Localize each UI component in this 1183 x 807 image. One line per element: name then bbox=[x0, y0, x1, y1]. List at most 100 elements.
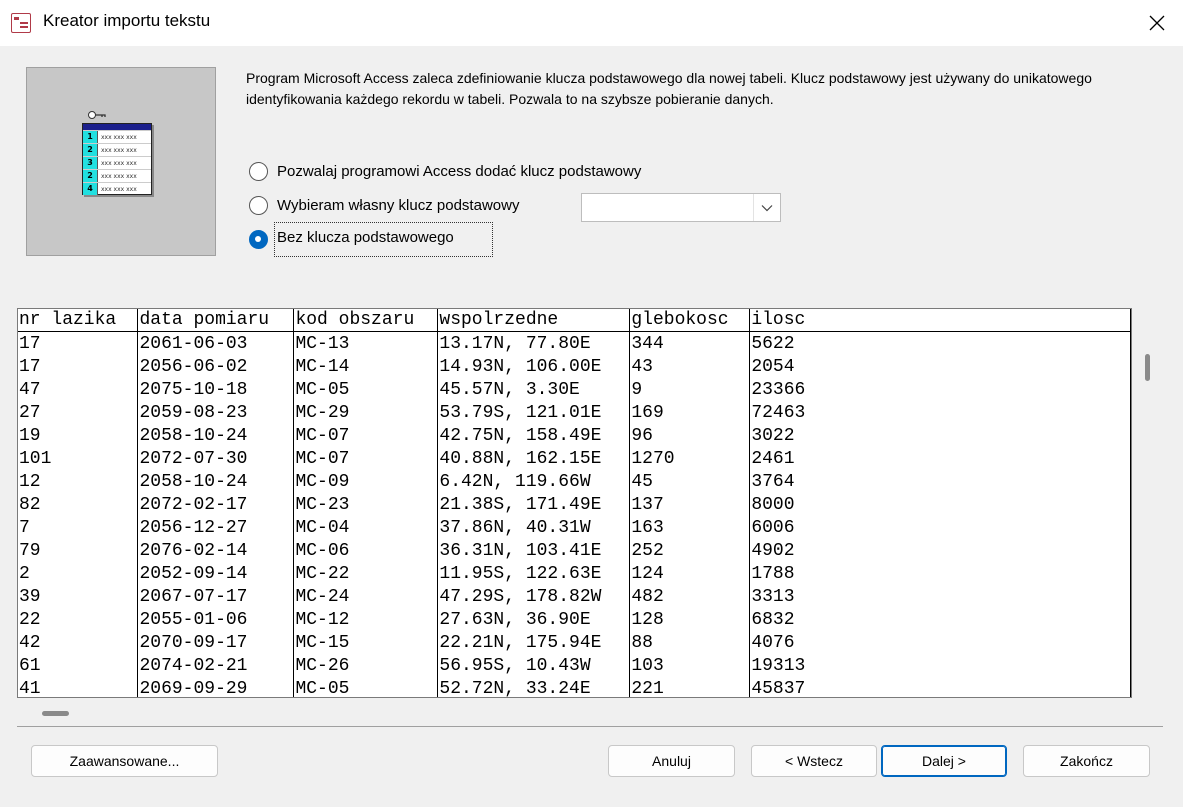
table-cell: 2058-10-24 bbox=[137, 424, 295, 447]
cancel-button[interactable]: Anuluj bbox=[608, 745, 735, 777]
table-cell: 12 bbox=[18, 470, 139, 493]
table-cell: 52.72N, 33.24E bbox=[437, 677, 631, 697]
table-cell: 61 bbox=[18, 654, 139, 677]
data-preview-grid[interactable]: nr lazika data pomiaru kod obszaru wspolrze… bbox=[17, 308, 1132, 698]
close-button[interactable] bbox=[1130, 0, 1183, 46]
column-header[interactable]: data pomiaru bbox=[137, 309, 295, 332]
option-choose-own-key-label: Wybieram własny klucz podstawowy bbox=[277, 196, 520, 214]
table-cell: 3764 bbox=[749, 470, 1131, 493]
option-choose-own-key[interactable]: Wybieram własny klucz podstawowy bbox=[249, 193, 519, 217]
table-cell: 40.88N, 162.15E bbox=[437, 447, 631, 470]
table-cell: 2069-09-29 bbox=[137, 677, 295, 697]
table-illustration-cells: xxx xxx xxx bbox=[101, 172, 137, 180]
table-illustration-row-number: 4 bbox=[83, 183, 98, 195]
table-cell: 88 bbox=[629, 631, 751, 654]
table-cell: 82 bbox=[18, 493, 139, 516]
radio-access-adds-key[interactable] bbox=[249, 161, 268, 181]
table-cell: 45837 bbox=[749, 677, 1131, 697]
horizontal-scrollbar-thumb[interactable] bbox=[42, 711, 69, 716]
preview-body: 17 2061-06-03 MC-13 13.17N, 77.80E 344 5622 17… bbox=[18, 331, 1131, 697]
table-cell: 22.21N, 175.94E bbox=[437, 631, 631, 654]
table-illustration-row: 2 xxx xxx xxx bbox=[83, 143, 151, 156]
table-cell: MC-04 bbox=[293, 516, 439, 539]
table-cell: MC-05 bbox=[293, 378, 439, 401]
table-cell: 2075-10-18 bbox=[137, 378, 295, 401]
table-cell: 2461 bbox=[749, 447, 1131, 470]
table-illustration-row: 1 xxx xxx xxx bbox=[83, 130, 151, 143]
table-cell: 2067-07-17 bbox=[137, 585, 295, 608]
table-cell: 19 bbox=[18, 424, 139, 447]
table-cell: MC-06 bbox=[293, 539, 439, 562]
table-cell: 2070-09-17 bbox=[137, 631, 295, 654]
table-cell: 23366 bbox=[749, 378, 1131, 401]
table-cell: 2074-02-21 bbox=[137, 654, 295, 677]
column-header[interactable]: nr lazika bbox=[18, 309, 139, 332]
table-cell: 2072-07-30 bbox=[137, 447, 295, 470]
table-cell: 79 bbox=[18, 539, 139, 562]
table-cell: 2061-06-03 bbox=[137, 331, 295, 355]
table-row: 47 2075-10-18 MC-05 45.57N, 3.30E 9 23366 bbox=[18, 378, 1131, 401]
table-illustration-row-number: 3 bbox=[83, 157, 98, 169]
table-row: 22 2055-01-06 MC-12 27.63N, 36.90E 128 6832 bbox=[18, 608, 1131, 631]
table-illustration-row: 4 xxx xxx xxx bbox=[83, 182, 151, 195]
table-cell: 1270 bbox=[629, 447, 751, 470]
table-illustration: 1 xxx xxx xxx 2 xxx xxx xxx 3 xxx xxx xxx 2 xxx… bbox=[82, 123, 152, 195]
table-cell: 2054 bbox=[749, 355, 1131, 378]
table-cell: 482 bbox=[629, 585, 751, 608]
back-button[interactable]: < Wstecz bbox=[751, 745, 877, 777]
table-row: 2 2052-09-14 MC-22 11.95S, 122.63E 124 1788 bbox=[18, 562, 1131, 585]
import-text-wizard-window: Kreator importu tekstu 1 xxx xxx xxx 2 xxx … bbox=[0, 0, 1183, 807]
table-cell: 2056-12-27 bbox=[137, 516, 295, 539]
table-illustration-cells: xxx xxx xxx bbox=[101, 159, 137, 167]
preview-header-row: nr lazika data pomiaru kod obszaru wspolrze… bbox=[18, 309, 1131, 332]
table-cell: MC-05 bbox=[293, 677, 439, 697]
table-cell: 42 bbox=[18, 631, 139, 654]
table-cell: MC-26 bbox=[293, 654, 439, 677]
finish-button[interactable]: Zakończ bbox=[1023, 745, 1150, 777]
next-button[interactable]: Dalej > bbox=[881, 745, 1007, 777]
table-row: 17 2061-06-03 MC-13 13.17N, 77.80E 344 5622 bbox=[18, 331, 1131, 355]
table-cell: 47 bbox=[18, 378, 139, 401]
table-cell: 6006 bbox=[749, 516, 1131, 539]
table-row: 19 2058-10-24 MC-07 42.75N, 158.49E 96 3022 bbox=[18, 424, 1131, 447]
key-icon bbox=[88, 111, 106, 119]
table-cell: 47.29S, 178.82W bbox=[437, 585, 631, 608]
table-illustration-cells: xxx xxx xxx bbox=[101, 185, 137, 193]
column-header[interactable]: ilosc bbox=[749, 309, 1131, 332]
table-row: 17 2056-06-02 MC-14 14.93N, 106.00E 43 2054 bbox=[18, 355, 1131, 378]
table-cell: MC-14 bbox=[293, 355, 439, 378]
option-access-adds-key[interactable]: Pozwalaj programowi Access dodać klucz p… bbox=[249, 159, 641, 183]
table-cell: MC-07 bbox=[293, 447, 439, 470]
table-cell: 39 bbox=[18, 585, 139, 608]
radio-no-primary-key[interactable] bbox=[249, 229, 268, 249]
table-cell: MC-13 bbox=[293, 331, 439, 355]
table-cell: 96 bbox=[629, 424, 751, 447]
table-cell: MC-09 bbox=[293, 470, 439, 493]
radio-choose-own-key[interactable] bbox=[249, 195, 268, 215]
column-header[interactable]: wspolrzedne bbox=[437, 309, 631, 332]
table-row: 7 2056-12-27 MC-04 37.86N, 40.31W 163 6006 bbox=[18, 516, 1131, 539]
advanced-button[interactable]: Zaawansowane... bbox=[31, 745, 218, 777]
table-cell: 5622 bbox=[749, 331, 1131, 355]
table-cell: 53.79S, 121.01E bbox=[437, 401, 631, 424]
table-cell: 6832 bbox=[749, 608, 1131, 631]
column-header[interactable]: glebokosc bbox=[629, 309, 751, 332]
table-cell: MC-15 bbox=[293, 631, 439, 654]
key-field-select[interactable] bbox=[581, 193, 781, 222]
option-no-primary-key-label: Bez klucza podstawowego bbox=[274, 221, 493, 257]
table-illustration-row-number: 1 bbox=[83, 131, 98, 143]
window-title: Kreator importu tekstu bbox=[43, 11, 211, 30]
table-row: 101 2072-07-30 MC-07 40.88N, 162.15E 1270 246… bbox=[18, 447, 1131, 470]
table-cell: 2059-08-23 bbox=[137, 401, 295, 424]
table-cell: 6.42N, 119.66W bbox=[437, 470, 631, 493]
option-no-primary-key[interactable]: Bez klucza podstawowego bbox=[249, 221, 493, 257]
chevron-down-icon[interactable] bbox=[753, 194, 780, 221]
table-illustration-row-number: 2 bbox=[83, 144, 98, 156]
table-cell: 2072-02-17 bbox=[137, 493, 295, 516]
table-row: 41 2069-09-29 MC-05 52.72N, 33.24E 221 45837 bbox=[18, 677, 1131, 697]
table-illustration-row-number: 2 bbox=[83, 170, 98, 182]
table-cell: 2056-06-02 bbox=[137, 355, 295, 378]
table-cell: 101 bbox=[18, 447, 139, 470]
column-header[interactable]: kod obszaru bbox=[293, 309, 439, 332]
vertical-scrollbar-thumb[interactable] bbox=[1145, 354, 1150, 381]
